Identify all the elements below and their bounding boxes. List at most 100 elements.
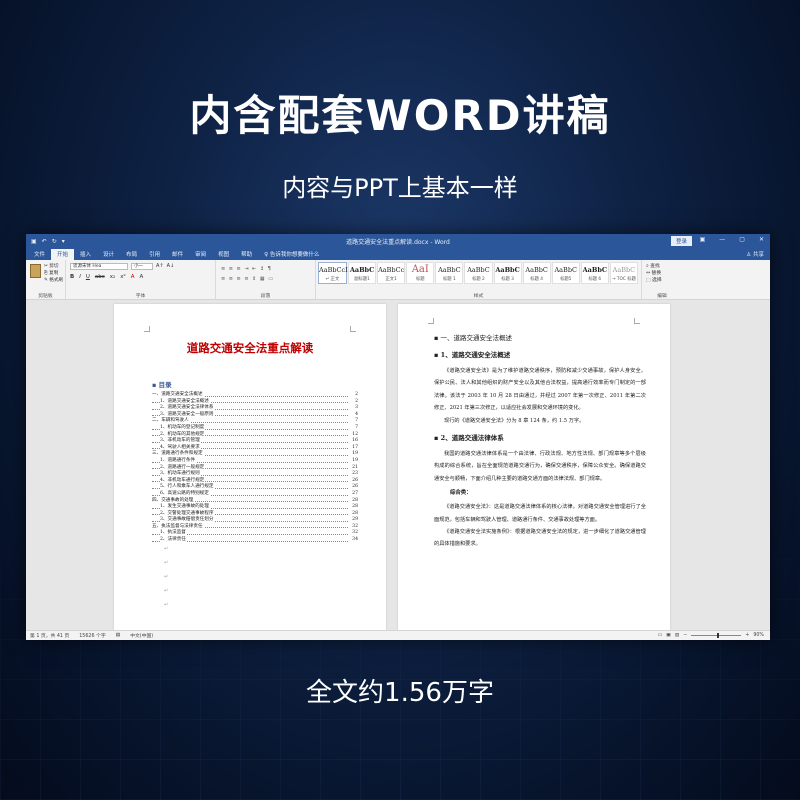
tab-design[interactable]: 设计 — [97, 250, 120, 260]
tell-me-search[interactable]: ♀ 告诉我你想要做什么 — [258, 250, 325, 260]
subheadline: 内容与PPT上基本一样 — [282, 174, 518, 202]
select-button[interactable]: ⬚ 选择 — [646, 277, 662, 284]
close-icon[interactable]: ✕ — [759, 236, 764, 243]
proofing-icon[interactable]: ▤ — [116, 633, 121, 638]
tab-references[interactable]: 引用 — [143, 250, 166, 260]
tab-layout[interactable]: 布局 — [120, 250, 143, 260]
replace-button[interactable]: ↔ 替换 — [646, 270, 662, 277]
print-layout-icon[interactable]: ▣ — [666, 633, 671, 638]
style-title[interactable]: AaI 标题 — [406, 262, 435, 284]
style-toc-heading[interactable]: AaBbC → TOC 标题 — [609, 262, 638, 284]
bold-button[interactable]: B — [70, 274, 74, 280]
find-button[interactable]: ⌕ 查找 — [646, 263, 662, 270]
cut-button[interactable]: ✂ 剪切 — [44, 263, 63, 270]
zoom-out-icon[interactable]: − — [683, 633, 687, 638]
style-body1[interactable]: AaBbCc 正文1 — [377, 262, 406, 284]
font-label: 字体 — [135, 294, 146, 299]
style-heading1[interactable]: AaBbC 标题 1 — [435, 262, 464, 284]
toc-heading: ▪ 目录 — [152, 381, 172, 389]
toc-entry[interactable]: 1、道路通行条件 19 — [152, 457, 358, 465]
document-area[interactable]: 道路交通安全法重点解读 ▪ 目录 一、道路交通安全法概述 2 1、道路交通安全法概述… — [26, 300, 770, 630]
table-of-contents: 一、道路交通安全法概述 2 1、道路交通安全法概述 2 2、道路交通安全法律体系 3 3、道… — [152, 392, 358, 544]
toc-entry-text: 三、道路通行条件和规定 — [152, 451, 204, 457]
toc-entry-text: 2、法律责任 — [160, 537, 187, 543]
web-layout-icon[interactable]: ▥ — [675, 633, 680, 638]
corner-mark — [350, 326, 356, 332]
style-subtitle1[interactable]: AaBbC 副标题1 — [348, 262, 377, 284]
read-mode-icon[interactable]: ▭ — [658, 633, 663, 638]
maximize-icon[interactable]: ▢ — [739, 236, 745, 243]
toc-entry[interactable]: 3、交通事故赔偿责任划分 29 — [152, 517, 358, 524]
toc-entry-text: 二、车辆和驾驶人 — [152, 418, 190, 424]
window-controls: ▣ — ▢ ✕ — [700, 236, 764, 243]
toc-entry[interactable]: 3、非机动车的管理 16 — [152, 438, 358, 445]
ribbon-display-icon[interactable]: ▣ — [700, 236, 706, 243]
page-count[interactable]: 第 1 页，共 41 页 — [30, 632, 69, 639]
editing-group: ⌕ 查找 ↔ 替换 ⬚ 选择 编辑 — [642, 260, 682, 299]
tab-view[interactable]: 视图 — [212, 250, 235, 260]
subscript-button[interactable]: x₂ — [110, 274, 115, 280]
toc-entry[interactable]: 一、道路交通安全法概述 2 — [152, 392, 358, 399]
paragraph-group: ≡ ≡ ≡ ⇥ ⇤ ↕ ¶ ≡ ≡ ≡ ≡ ⇕ ▦ ▭ 段落 — [216, 260, 316, 299]
login-button[interactable]: 登录 — [670, 236, 692, 246]
font-name-select[interactable]: 思源宋体 Hea — [70, 263, 128, 270]
toc-entry-text: 3、机动车通行规则 — [160, 471, 201, 477]
strikethrough-button[interactable]: abc — [95, 274, 105, 280]
toc-entry[interactable]: 5、行人和乘车人通行规定 26 — [152, 484, 358, 491]
toc-entry[interactable]: 1、机动车的登记制度 7 — [152, 424, 358, 432]
toc-entry-text: 4、非机动车通行规定 — [160, 477, 206, 483]
grow-font-icon[interactable]: A↑ — [156, 263, 164, 270]
style-heading3[interactable]: AaBbC 标题 3 — [493, 262, 522, 284]
style-heading5[interactable]: AaBbC 标题5 — [551, 262, 580, 284]
font-color-button[interactable]: A — [131, 274, 135, 280]
toc-entry-text: 6、高速公路的特别规定 — [160, 490, 210, 496]
underline-button[interactable]: U — [86, 274, 90, 280]
clipboard-items: ✂ 剪切 ⎘ 复制 ✎ 格式刷 — [44, 263, 63, 284]
zoom-level[interactable]: 90% — [753, 633, 764, 638]
text-effects-button[interactable]: A — [139, 274, 143, 280]
copy-button[interactable]: ⎘ 复制 — [44, 270, 63, 277]
superscript-button[interactable]: x² — [120, 274, 125, 280]
toc-entry[interactable]: 2、法律责任 34 — [152, 537, 358, 544]
toc-entry[interactable]: 1、发生交通事故的处理 28 — [152, 504, 358, 511]
format-painter-button[interactable]: ✎ 格式刷 — [44, 277, 63, 284]
page-right[interactable]: ▪ 一、道路交通安全法概述 ▪ 1、道路交通安全法概述 《道路交通安全法》是为了… — [398, 304, 670, 630]
tab-file[interactable]: 文件 — [28, 250, 51, 260]
toc-entry[interactable]: 三、道路通行条件和规定 19 — [152, 451, 358, 458]
style-heading6[interactable]: AaBbC 标题 6 — [580, 262, 609, 284]
zoom-slider[interactable] — [691, 633, 742, 638]
page-left[interactable]: 道路交通安全法重点解读 ▪ 目录 一、道路交通安全法概述 2 1、道路交通安全法概述… — [114, 304, 386, 630]
toc-entry[interactable]: 3、机动车通行规则 23 — [152, 471, 358, 478]
tab-review[interactable]: 审阅 — [189, 250, 212, 260]
tab-insert[interactable]: 插入 — [74, 250, 97, 260]
zoom-in-icon[interactable]: + — [745, 633, 749, 638]
toc-entry-text: 5、行人和乘车人通行规定 — [160, 484, 215, 490]
paragraph-row-1[interactable]: ≡ ≡ ≡ ⇥ ⇤ ↕ ¶ — [221, 264, 274, 274]
style-normal[interactable]: AaBbCcI ↵ 正文 — [318, 262, 348, 284]
shrink-font-icon[interactable]: A↓ — [167, 263, 175, 270]
italic-button[interactable]: I — [79, 274, 81, 280]
tab-home[interactable]: 开始 — [51, 249, 75, 260]
toc-entry-text: 2、道路交通安全法律体系 — [160, 405, 215, 411]
style-heading4[interactable]: AaBbC 标题 4 — [522, 262, 551, 284]
word-count[interactable]: 15626 个字 — [79, 632, 105, 639]
toc-entry[interactable]: 2、道路交通安全法律体系 3 — [152, 405, 358, 412]
tab-help[interactable]: 帮助 — [235, 250, 258, 260]
paste-icon[interactable] — [30, 264, 41, 278]
toc-entry-text: 1、执法监督 — [160, 530, 187, 536]
toc-entry-page: 27 — [351, 490, 358, 498]
language-indicator[interactable]: 中文(中国) — [130, 632, 153, 639]
toc-entry[interactable]: 6、高速公路的特别规定 27 — [152, 490, 358, 498]
font-size-select[interactable]: 小一 — [131, 263, 153, 270]
paragraph: 《道路交通安全法》是为了维护道路交通秩序，预防和减少交通事故，保护人身安全，保护… — [434, 368, 646, 412]
minimize-icon[interactable]: — — [719, 236, 725, 243]
toc-entry[interactable]: 二、车辆和驾驶人 7 — [152, 418, 358, 425]
share-button[interactable]: ♙ 共享 — [746, 250, 764, 258]
paragraph-row-2[interactable]: ≡ ≡ ≡ ≡ ⇕ ▦ ▭ — [221, 274, 274, 284]
corner-mark — [634, 318, 640, 324]
style-heading2[interactable]: AaBbC 标题 2 — [464, 262, 493, 284]
tab-mailings[interactable]: 邮件 — [166, 250, 189, 260]
toc-entry-text: 1、机动车的登记制度 — [160, 424, 206, 430]
clipboard-group: ✂ 剪切 ⎘ 复制 ✎ 格式刷 剪贴板 — [26, 260, 66, 299]
zoom-thumb[interactable] — [717, 633, 720, 638]
